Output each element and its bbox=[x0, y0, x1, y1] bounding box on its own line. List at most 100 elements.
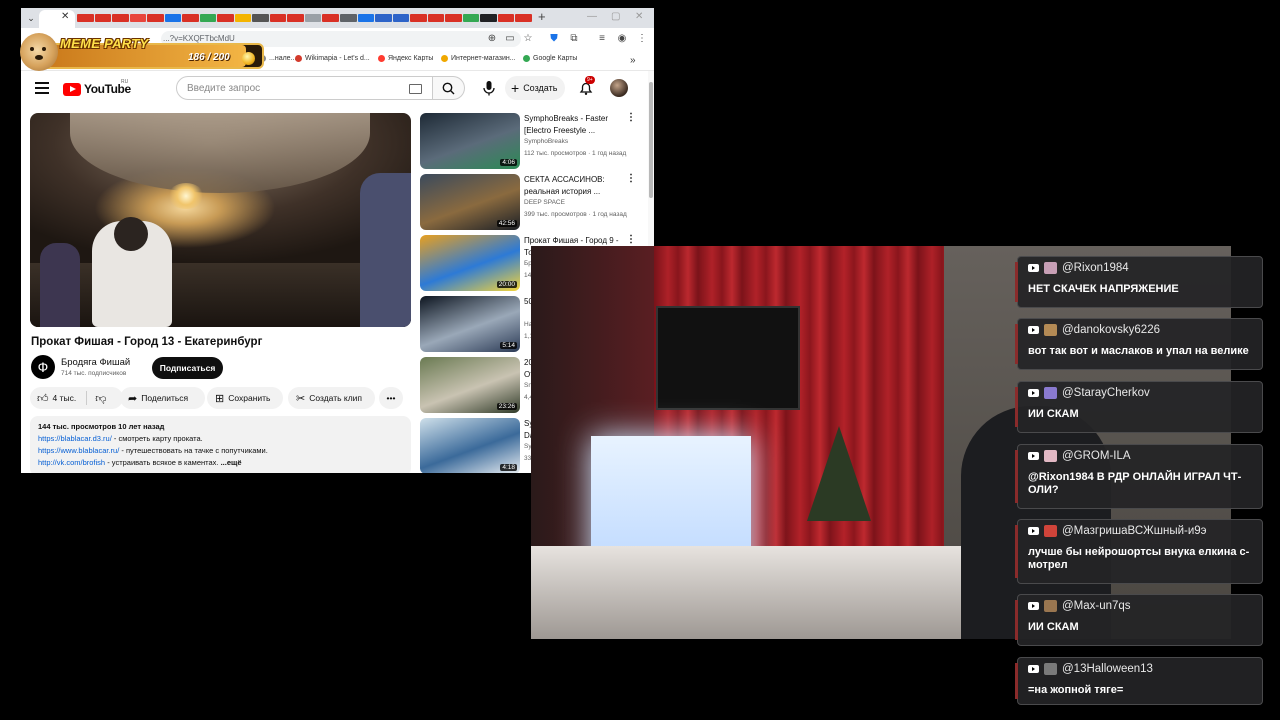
tab-favicon-icon[interactable] bbox=[234, 14, 252, 22]
tab-favicon-icon[interactable] bbox=[462, 14, 480, 22]
page-scrollbar-thumb[interactable] bbox=[649, 82, 653, 198]
zoom-icon[interactable]: ⊕ bbox=[486, 33, 498, 45]
recommended-channel[interactable]: SymphoBreaks bbox=[524, 138, 568, 145]
recommended-video[interactable]: 42:56 СЕКТА АССАСИНОВ: реальная история .… bbox=[420, 174, 640, 231]
cast-icon[interactable]: ▭ bbox=[504, 33, 516, 45]
search-button[interactable] bbox=[433, 76, 465, 100]
chat-avatar bbox=[1044, 387, 1057, 399]
description-link[interactable]: https://blablacar.d3.ru/ bbox=[38, 434, 112, 443]
video-frame-floor bbox=[30, 263, 411, 327]
more-vertical-icon[interactable]: ⋮ bbox=[626, 235, 636, 245]
video-thumbnail[interactable]: 4:18 bbox=[420, 418, 520, 473]
tab-favicon-icon[interactable] bbox=[375, 14, 392, 22]
keyboard-icon[interactable] bbox=[409, 84, 422, 94]
tab-favicon-icon[interactable] bbox=[112, 14, 129, 22]
video-thumbnail[interactable]: 5:14 bbox=[420, 296, 520, 352]
tab-favicon-icon[interactable] bbox=[392, 14, 410, 22]
chat-text: вот так вот и маслаков и упал на велике bbox=[1028, 345, 1249, 357]
bookmark-item[interactable]: Google Карты bbox=[523, 55, 577, 62]
video-title: Прокат Фишая - Город 13 - Екатеринбург bbox=[31, 336, 263, 348]
tab-favicon-icon[interactable] bbox=[147, 14, 164, 22]
chat-avatar bbox=[1044, 600, 1057, 612]
minimize-icon[interactable]: — bbox=[587, 11, 597, 22]
video-player[interactable] bbox=[30, 113, 411, 327]
tab-favicon-icon[interactable] bbox=[182, 14, 199, 22]
tab-favicon-icon[interactable] bbox=[515, 14, 532, 22]
thumbs-up-icon[interactable]: 👍︎ bbox=[37, 392, 49, 405]
window-close-icon[interactable]: ✕ bbox=[635, 11, 643, 22]
tab-favicon-icon[interactable] bbox=[77, 14, 94, 22]
shield-extension-icon[interactable]: ⛊ bbox=[548, 33, 560, 45]
tab-favicon-icon[interactable] bbox=[252, 14, 269, 22]
youtube-play-icon bbox=[63, 82, 81, 96]
subscribe-button[interactable]: Подписаться bbox=[152, 357, 223, 379]
description-link[interactable]: http://vk.com/brofish bbox=[38, 458, 105, 467]
maximize-icon[interactable]: ▢ bbox=[611, 11, 620, 22]
active-tab[interactable] bbox=[39, 10, 75, 28]
tab-favicon-icon[interactable] bbox=[339, 14, 357, 22]
close-tab-icon[interactable]: ✕ bbox=[61, 11, 69, 22]
new-tab-icon[interactable]: + bbox=[538, 9, 546, 24]
menu-icon[interactable] bbox=[35, 82, 49, 94]
recommended-video-title[interactable]: СЕКТА АССАСИНОВ: реальная история ... bbox=[524, 174, 630, 197]
tab-favicon-icon[interactable] bbox=[445, 14, 462, 22]
tab-favicon-icon[interactable] bbox=[199, 14, 217, 22]
media-controls-icon[interactable]: ≡ bbox=[596, 33, 608, 45]
bookmark-item[interactable]: Wikimapia - Let's d... bbox=[295, 55, 370, 62]
video-thumbnail[interactable]: 20:00 bbox=[420, 235, 520, 291]
tab-favicon-icon[interactable] bbox=[427, 14, 445, 22]
tab-favicon-icon[interactable] bbox=[410, 14, 427, 22]
save-button[interactable]: ⊞ Сохранить bbox=[207, 387, 283, 409]
thumbs-down-icon[interactable]: 👎︎ bbox=[95, 392, 106, 405]
create-button[interactable]: + Создать bbox=[505, 76, 565, 100]
tab-favicon-icon[interactable] bbox=[357, 14, 375, 22]
video-duration: 23:26 bbox=[496, 403, 517, 410]
video-thumbnail[interactable]: 4:06 bbox=[420, 113, 520, 169]
chat-avatar bbox=[1044, 450, 1057, 462]
share-button[interactable]: ➦ Поделиться bbox=[120, 387, 205, 409]
description-link[interactable]: https://www.blablacar.ru/ bbox=[38, 446, 119, 455]
recommended-video[interactable]: 4:06 SymphoBreaks - Faster [Electro Frees… bbox=[420, 113, 640, 170]
recommended-channel[interactable]: DEEP SPACE bbox=[524, 199, 565, 206]
tab-search-dropdown-icon[interactable]: ⌄ bbox=[25, 12, 37, 24]
tab-favicon-icon[interactable] bbox=[322, 14, 339, 22]
bookmark-star-icon[interactable]: ☆ bbox=[522, 33, 534, 45]
tab-favicon-icon[interactable] bbox=[287, 14, 304, 22]
bookmark-item[interactable]: ...нале... bbox=[259, 55, 296, 62]
video-thumbnail[interactable]: 42:56 bbox=[420, 174, 520, 230]
tab-favicon-icon[interactable] bbox=[129, 14, 147, 22]
more-vertical-icon[interactable]: ⋮ bbox=[626, 113, 636, 123]
chat-text: ИИ СКАМ bbox=[1028, 408, 1079, 420]
like-count[interactable]: 4 тыс. bbox=[53, 393, 77, 403]
tab-favicon-icon[interactable] bbox=[497, 14, 515, 22]
chat-text: ИИ СКАМ bbox=[1028, 621, 1079, 633]
youtube-platform-icon bbox=[1028, 452, 1039, 460]
video-description[interactable]: 144 тыс. просмотров 10 лет назад https:/… bbox=[30, 416, 411, 473]
profile-icon[interactable]: ◉ bbox=[616, 33, 628, 45]
tab-favicons[interactable] bbox=[77, 14, 532, 22]
tab-favicon-icon[interactable] bbox=[480, 14, 497, 22]
video-thumbnail[interactable]: 23:26 bbox=[420, 357, 520, 413]
recommended-video-title[interactable]: SymphoBreaks - Faster [Electro Freestyle… bbox=[524, 113, 630, 136]
show-more-link[interactable]: ...ещё bbox=[221, 458, 242, 467]
notifications-badge: 9+ bbox=[585, 76, 595, 84]
bookmark-item[interactable]: Интернет-магазин... bbox=[441, 55, 516, 62]
clip-button[interactable]: ✂ Создать клип bbox=[288, 387, 375, 409]
tab-favicon-icon[interactable] bbox=[164, 14, 182, 22]
channel-name[interactable]: Бродяга Фишай bbox=[61, 357, 130, 368]
more-vertical-icon[interactable]: ⋮ bbox=[626, 174, 636, 184]
tab-favicon-icon[interactable] bbox=[217, 14, 234, 22]
tab-favicon-icon[interactable] bbox=[269, 14, 287, 22]
video-frame-ceiling bbox=[70, 113, 370, 193]
bookmark-item[interactable]: Яндекс Карты bbox=[378, 55, 433, 62]
more-actions-button[interactable]: ••• bbox=[379, 387, 403, 409]
browser-menu-icon[interactable]: ⋮ bbox=[636, 33, 648, 45]
search-input[interactable]: Введите запрос bbox=[176, 76, 433, 100]
extensions-icon[interactable]: ⧉ bbox=[568, 33, 580, 45]
account-avatar[interactable] bbox=[610, 79, 628, 97]
bookmarks-overflow-icon[interactable]: » bbox=[630, 55, 636, 66]
tab-favicon-icon[interactable] bbox=[304, 14, 322, 22]
channel-avatar[interactable]: Ф bbox=[31, 355, 55, 379]
tab-favicon-icon[interactable] bbox=[94, 14, 112, 22]
voice-search-button[interactable] bbox=[479, 78, 499, 98]
